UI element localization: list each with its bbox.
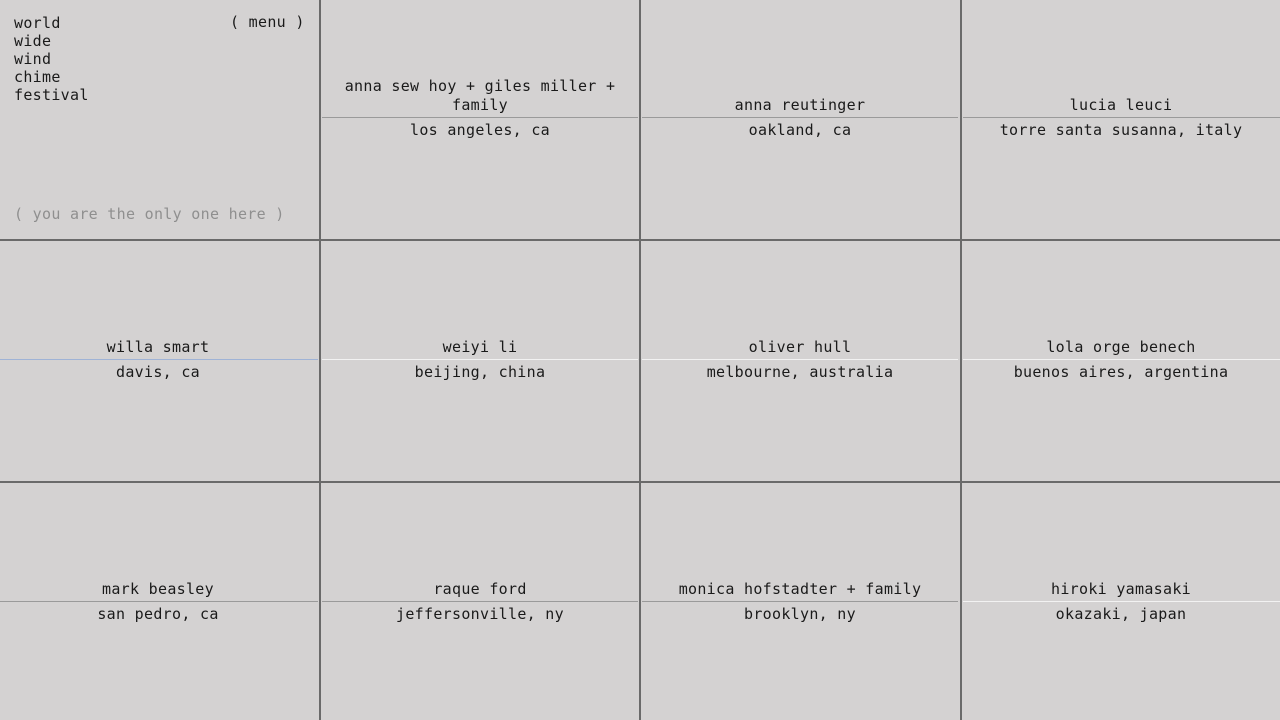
participant-location: torre santa susanna, italy (999, 121, 1243, 139)
grid-divider-horizontal-1 (0, 239, 1280, 241)
participant-location: brooklyn, ny (744, 605, 856, 623)
participant-name: lola orge benech (1046, 338, 1196, 356)
participant-name: lucia leuci (1069, 96, 1173, 114)
participant-tile[interactable]: anna sew hoy + giles miller + family los… (322, 0, 638, 236)
title-word-wide: wide (14, 32, 52, 50)
participant-tile[interactable]: hiroki yamasaki okazaki, japan (963, 484, 1279, 720)
participant-name: mark beasley (102, 580, 214, 598)
participant-tile[interactable]: anna reutinger oakland, ca (642, 0, 958, 236)
festival-page: world wide wind chime festival ( menu ) … (0, 0, 1280, 720)
participant-tile[interactable]: lola orge benech buenos aires, argentina (963, 242, 1279, 478)
participant-location: buenos aires, argentina (1013, 363, 1229, 381)
participant-tile[interactable]: monica hofstadter + family brooklyn, ny (642, 484, 958, 720)
grid-divider-vertical-3 (960, 0, 962, 720)
participant-tile[interactable]: lucia leuci torre santa susanna, italy (963, 0, 1279, 236)
grid-divider-vertical-1 (319, 0, 321, 720)
participant-location: oakland, ca (748, 121, 852, 139)
home-tile: world wide wind chime festival ( menu ) … (0, 0, 316, 236)
participant-name: monica hofstadter + family (678, 580, 922, 598)
participant-location: okazaki, japan (1055, 605, 1187, 623)
participant-name: raque ford (433, 580, 527, 598)
participant-name: willa smart (106, 338, 210, 356)
participant-location: beijing, china (414, 363, 546, 381)
menu-button[interactable]: ( menu ) (230, 13, 305, 31)
title-word-world: world (14, 14, 61, 32)
participant-tile[interactable]: raque ford jeffersonville, ny (322, 484, 638, 720)
participant-location: melbourne, australia (706, 363, 894, 381)
title-word-wind: wind (14, 50, 52, 68)
participant-name: hiroki yamasaki (1051, 580, 1191, 598)
participant-tile[interactable]: oliver hull melbourne, australia (642, 242, 958, 478)
participant-tile[interactable]: mark beasley san pedro, ca (0, 484, 316, 720)
participant-name: anna sew hoy + giles miller + family (344, 77, 616, 114)
participant-name: oliver hull (748, 338, 852, 356)
participant-location: davis, ca (116, 363, 200, 381)
grid-divider-horizontal-2 (0, 481, 1280, 483)
participant-name: weiyi li (442, 338, 518, 356)
participant-location: san pedro, ca (97, 605, 219, 623)
status-text: ( you are the only one here ) (14, 205, 285, 223)
title-word-chime: chime (14, 68, 61, 86)
grid-divider-vertical-2 (639, 0, 641, 720)
participant-tile[interactable]: willa smart davis, ca (0, 242, 316, 478)
participant-location: jeffersonville, ny (396, 605, 564, 623)
title-word-festival: festival (14, 86, 89, 104)
participant-name: anna reutinger (734, 96, 866, 114)
participant-location: los angeles, ca (410, 121, 550, 139)
participant-tile[interactable]: weiyi li beijing, china (322, 242, 638, 478)
